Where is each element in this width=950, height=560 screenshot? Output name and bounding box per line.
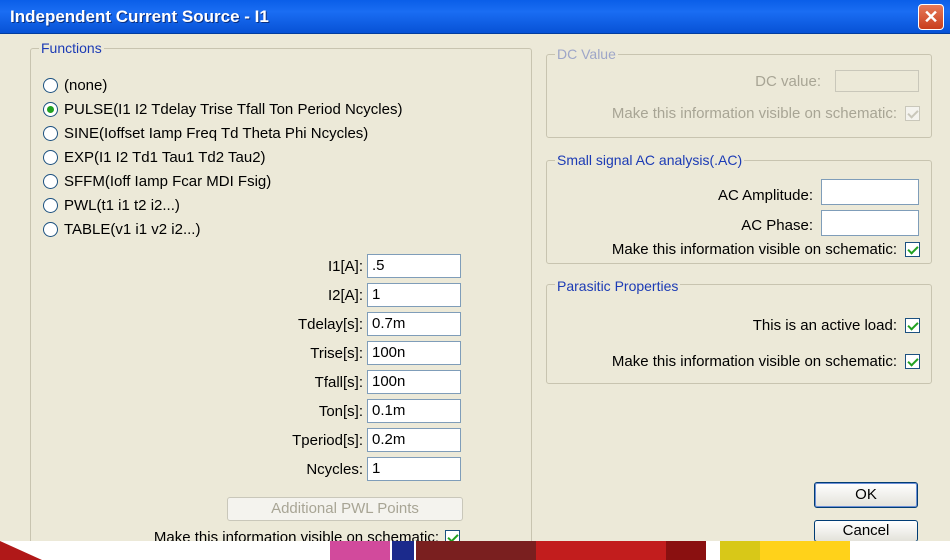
radio-pwl-icon[interactable]	[43, 198, 58, 213]
close-button[interactable]: ✕	[918, 4, 944, 30]
parasitic-visible-checkbox[interactable]	[905, 354, 920, 369]
radio-pwl[interactable]: PWL(t1 i1 t2 i2...)	[43, 197, 180, 214]
title-bar: Independent Current Source - I1 ✕	[0, 0, 950, 34]
dc-value-field[interactable]	[835, 70, 919, 92]
ok-button[interactable]: OK	[814, 482, 918, 508]
param-label-i2: I2[A]:	[327, 287, 363, 304]
strip-segment-c	[416, 541, 536, 560]
close-icon: ✕	[923, 6, 939, 27]
param-label-tperiod: Tperiod[s]:	[292, 432, 363, 449]
param-field-ton[interactable]: 0.1m	[367, 399, 461, 423]
radio-pwl-label: PWL(t1 i1 t2 i2...)	[64, 197, 180, 214]
radio-pulse[interactable]: PULSE(I1 I2 Tdelay Trise Tfall Ton Perio…	[43, 101, 402, 118]
cancel-button[interactable]: Cancel	[814, 520, 918, 542]
strip-segment-d	[536, 541, 666, 560]
param-label-ton: Ton[s]:	[318, 403, 363, 420]
ac-visible-checkbox[interactable]	[905, 242, 920, 257]
dc-value-label: DC value:	[755, 73, 821, 90]
param-field-ncycles[interactable]: 1	[367, 457, 461, 481]
radio-pulse-label: PULSE(I1 I2 Tdelay Trise Tfall Ton Perio…	[64, 101, 403, 118]
dc-visible-checkbox[interactable]	[905, 106, 920, 121]
ac-phase-field[interactable]	[821, 210, 919, 236]
active-load-checkbox[interactable]	[905, 318, 920, 333]
strip-segment-g	[760, 541, 850, 560]
ac-amplitude-field[interactable]	[821, 179, 919, 205]
param-field-tdelay[interactable]: 0.7m	[367, 312, 461, 336]
radio-sine[interactable]: SINE(Ioffset Iamp Freq Td Theta Phi Ncyc…	[43, 125, 368, 142]
param-field-i2[interactable]: 1	[367, 283, 461, 307]
ac-phase-label: AC Phase:	[741, 217, 813, 234]
ac-analysis-legend: Small signal AC analysis(.AC)	[555, 152, 745, 168]
radio-none[interactable]: (none)	[43, 77, 107, 94]
strip-left-wedge	[0, 541, 42, 560]
radio-sine-icon[interactable]	[43, 126, 58, 141]
strip-segment-e	[666, 541, 706, 560]
param-field-tperiod[interactable]: 0.2m	[367, 428, 461, 452]
bottom-artifact-strip	[0, 541, 950, 560]
dc-value-legend: DC Value	[555, 46, 618, 62]
radio-none-label: (none)	[64, 77, 108, 94]
parasitic-visible-label: Make this information visible on schemat…	[611, 353, 897, 370]
strip-segment-b	[392, 541, 414, 560]
radio-exp-label: EXP(I1 I2 Td1 Tau1 Td2 Tau2)	[64, 149, 266, 166]
radio-table-label: TABLE(v1 i1 v2 i2...)	[64, 221, 201, 238]
parasitic-group: Parasitic Properties This is an active l…	[546, 278, 932, 384]
param-field-tfall[interactable]: 100n	[367, 370, 461, 394]
radio-sffm[interactable]: SFFM(Ioff Iamp Fcar MDI Fsig)	[43, 173, 271, 190]
ac-amplitude-label: AC Amplitude:	[717, 187, 813, 204]
param-field-i1[interactable]: .5	[367, 254, 461, 278]
ac-visible-label: Make this information visible on schemat…	[611, 241, 897, 258]
dialog-client: Functions (none) PULSE(I1 I2 Tdelay Tris…	[0, 34, 950, 560]
radio-sine-label: SINE(Ioffset Iamp Freq Td Theta Phi Ncyc…	[64, 125, 369, 142]
radio-sffm-icon[interactable]	[43, 174, 58, 189]
active-load-label: This is an active load:	[752, 317, 897, 334]
window-title: Independent Current Source - I1	[10, 7, 269, 26]
radio-pulse-icon[interactable]	[43, 102, 58, 117]
parasitic-legend: Parasitic Properties	[555, 278, 681, 294]
param-label-trise: Trise[s]:	[310, 345, 363, 362]
additional-pwl-points-button[interactable]: Additional PWL Points	[227, 497, 463, 521]
functions-legend: Functions	[39, 40, 104, 56]
radio-exp-icon[interactable]	[43, 150, 58, 165]
functions-group: Functions (none) PULSE(I1 I2 Tdelay Tris…	[30, 40, 532, 548]
param-field-trise[interactable]: 100n	[367, 341, 461, 365]
param-label-tfall: Tfall[s]:	[314, 374, 363, 391]
radio-sffm-label: SFFM(Ioff Iamp Fcar MDI Fsig)	[64, 173, 272, 190]
radio-exp[interactable]: EXP(I1 I2 Td1 Tau1 Td2 Tau2)	[43, 149, 266, 166]
radio-none-icon[interactable]	[43, 78, 58, 93]
radio-table-icon[interactable]	[43, 222, 58, 237]
strip-segment-f	[720, 541, 760, 560]
dc-visible-label: Make this information visible on schemat…	[611, 105, 897, 122]
ac-analysis-group: Small signal AC analysis(.AC) AC Amplitu…	[546, 152, 932, 264]
param-label-tdelay: Tdelay[s]:	[297, 316, 363, 333]
radio-table[interactable]: TABLE(v1 i1 v2 i2...)	[43, 221, 200, 238]
param-label-i1: I1[A]:	[327, 258, 363, 275]
param-label-ncycles: Ncycles:	[306, 461, 363, 478]
dc-value-group: DC Value DC value: Make this information…	[546, 46, 932, 138]
strip-segment-a	[330, 541, 390, 560]
